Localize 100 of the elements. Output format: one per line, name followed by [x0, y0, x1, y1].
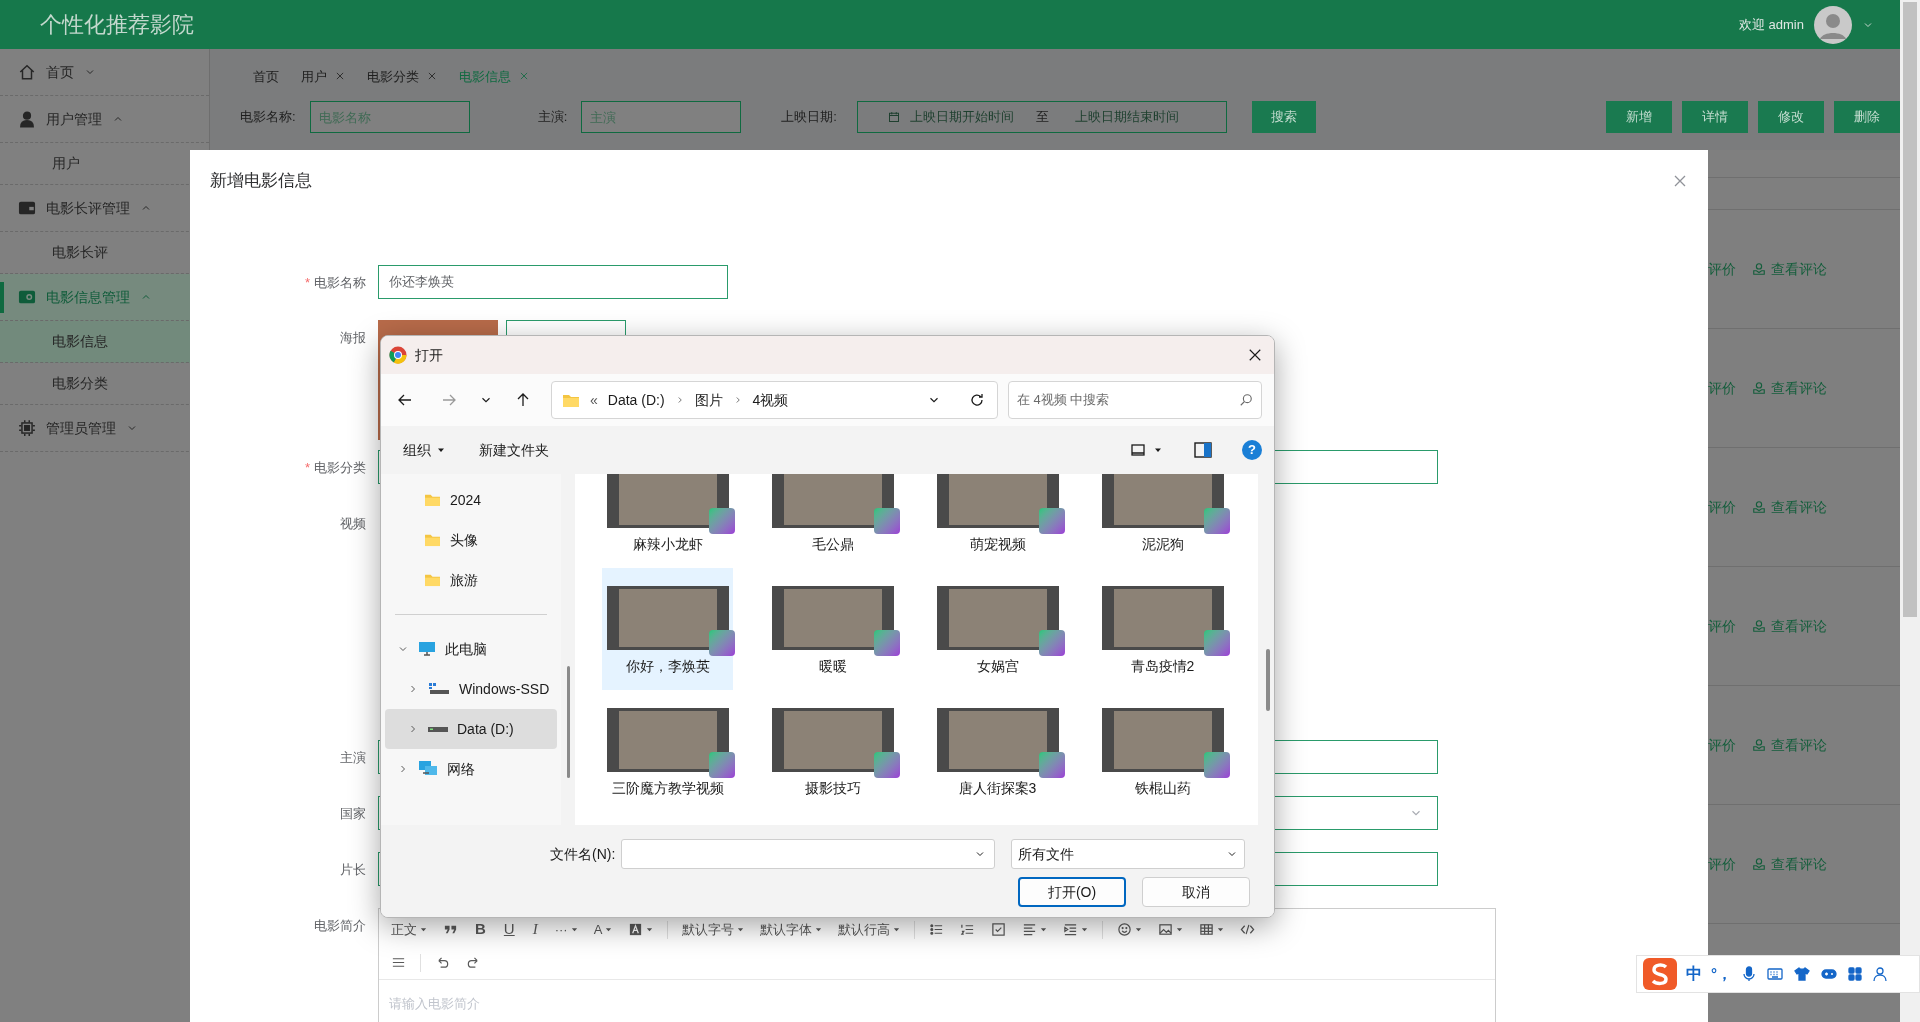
filter-field[interactable]: 主演: [581, 101, 742, 133]
bullet-list-icon[interactable]: [929, 922, 945, 937]
file-tile[interactable]: 毛公鼎: [767, 474, 898, 568]
gamepad-icon[interactable]: [1820, 966, 1838, 982]
toolbar-menu[interactable]: 默认字号: [674, 919, 753, 940]
file-tile[interactable]: 摄影技巧: [767, 690, 898, 812]
range-separator: 至: [1035, 108, 1049, 127]
start-date-placeholder: 上映日期开始时间: [909, 108, 1014, 127]
app-badge-icon: [1203, 630, 1230, 656]
table-icon[interactable]: [1199, 922, 1215, 937]
file-tile[interactable]: 泥泥狗: [1097, 474, 1228, 568]
organize-menu[interactable]: 组织: [403, 439, 445, 461]
page-scrollbar[interactable]: [1900, 0, 1920, 1022]
logo-icon[interactable]: [1643, 958, 1677, 990]
new-folder-button[interactable]: 新建文件夹: [479, 439, 549, 461]
toolbar-menu[interactable]: 正文: [383, 919, 435, 940]
up-arrow-icon[interactable]: [515, 392, 531, 408]
punctuation-mode[interactable]: °，: [1711, 962, 1732, 986]
shirt-icon[interactable]: [1793, 966, 1811, 982]
refresh-icon[interactable]: [969, 392, 985, 408]
preview-pane-icon[interactable]: [1194, 442, 1212, 458]
tab[interactable]: 用户: [301, 66, 345, 86]
sidebar-group[interactable]: 首页: [0, 49, 209, 96]
view-icon[interactable]: [1130, 442, 1146, 458]
address-bar[interactable]: « Data (D:) 图片 4视频: [551, 381, 998, 419]
tab[interactable]: 电影分类: [367, 66, 437, 86]
checkbox-list-icon[interactable]: [991, 922, 1007, 937]
folder-icon: [562, 392, 580, 408]
nav-tree-item[interactable]: 此电脑: [385, 629, 557, 669]
nav-tree-item[interactable]: Windows-SSD: [385, 669, 557, 709]
toolbar-menu[interactable]: A: [585, 919, 621, 940]
network-icon: [418, 760, 438, 778]
app-badge-icon: [1038, 508, 1065, 534]
nav-tree-item[interactable]: Data (D:): [385, 709, 557, 749]
file-tile[interactable]: 你好，李焕英: [602, 568, 733, 690]
close-icon[interactable]: [1248, 348, 1262, 362]
toolbar-menu[interactable]: 默认行高: [830, 919, 909, 940]
nav-item[interactable]: 旅游: [381, 560, 561, 600]
menu-icon[interactable]: [391, 955, 406, 970]
nav-item[interactable]: 头像: [381, 520, 561, 560]
app-title: 个性化推荐影院: [40, 11, 194, 39]
file-tile[interactable]: 铁棍山药: [1097, 690, 1228, 812]
indent-icon[interactable]: [1063, 922, 1079, 937]
toolbar-menu[interactable]: ···: [546, 919, 586, 940]
nav-tree-item[interactable]: 网络: [385, 749, 557, 789]
field-label: * 电影分类: [304, 459, 366, 477]
cancel-button[interactable]: 取消: [1142, 877, 1250, 907]
caret-icon: [646, 926, 654, 933]
microphone-icon[interactable]: [1741, 965, 1757, 983]
breadcrumb[interactable]: 图片: [694, 389, 723, 411]
format-button[interactable]: B: [466, 918, 495, 941]
action-button[interactable]: 删除: [1834, 101, 1900, 133]
input-mode[interactable]: 中: [1686, 962, 1702, 986]
nav-item[interactable]: 2024: [381, 480, 561, 520]
avatar-icon[interactable]: [1814, 5, 1852, 44]
file-tile[interactable]: 青岛疫情2: [1097, 568, 1228, 690]
numbered-list-icon[interactable]: [960, 922, 976, 937]
grid-icon[interactable]: [1847, 966, 1863, 982]
file-tile[interactable]: 三阶魔方教学视频: [602, 690, 733, 812]
file-tile[interactable]: 暖暖: [767, 568, 898, 690]
align-icon[interactable]: [1022, 922, 1038, 937]
app-badge-icon: [708, 508, 735, 534]
open-button[interactable]: 打开(O): [1018, 877, 1126, 907]
dialog-title: 打开: [415, 345, 443, 365]
search-button[interactable]: 搜索: [1251, 101, 1316, 133]
forward-arrow-icon[interactable]: [441, 392, 457, 408]
image-icon[interactable]: [1158, 922, 1174, 937]
breadcrumb[interactable]: Data (D:): [607, 389, 665, 411]
code-icon[interactable]: [1240, 922, 1256, 937]
caret-icon: [1135, 926, 1143, 933]
format-button[interactable]: I: [523, 918, 547, 941]
file-type-select[interactable]: 所有文件: [1011, 839, 1246, 869]
file-tile[interactable]: 女娲宫: [932, 568, 1063, 690]
file-tile[interactable]: 萌宠视频: [932, 474, 1063, 568]
caret-icon: [1081, 926, 1089, 933]
caret-icon: [1217, 926, 1225, 933]
text-field[interactable]: 你还李焕英: [378, 265, 728, 299]
date-range-field[interactable]: 上映日期开始时间 至 上映日期结束时间: [856, 101, 1227, 133]
file-name-field[interactable]: [621, 839, 996, 869]
filter-label: 电影名称:: [240, 108, 296, 127]
toolbar-menu[interactable]: 默认字体: [752, 919, 831, 940]
highlight-icon[interactable]: [628, 922, 644, 937]
back-arrow-icon[interactable]: [397, 392, 413, 408]
file-name: 女娲宫: [975, 657, 1020, 676]
action-button[interactable]: 详情: [1682, 101, 1748, 133]
action-button[interactable]: 新增: [1606, 101, 1672, 133]
filter-field[interactable]: 电影名称: [309, 101, 470, 133]
breadcrumb[interactable]: 4视频: [752, 389, 789, 411]
file-tile[interactable]: 唐人街探案3: [932, 690, 1063, 812]
file-tile[interactable]: 麻辣小龙虾: [602, 474, 733, 568]
sidebar-group[interactable]: 用户管理: [0, 96, 209, 143]
path-overflow[interactable]: «: [590, 389, 598, 411]
help-button[interactable]: ?: [1242, 440, 1262, 460]
tab[interactable]: 首页: [253, 66, 279, 86]
format-button[interactable]: U: [494, 918, 524, 941]
emoji-icon[interactable]: [1117, 922, 1133, 937]
file-name: 三阶魔方教学视频: [610, 779, 725, 798]
keyboard-icon[interactable]: [1766, 966, 1784, 982]
search-field[interactable]: 在 4视频 中搜索: [1008, 381, 1262, 419]
action-button[interactable]: 修改: [1758, 101, 1824, 133]
